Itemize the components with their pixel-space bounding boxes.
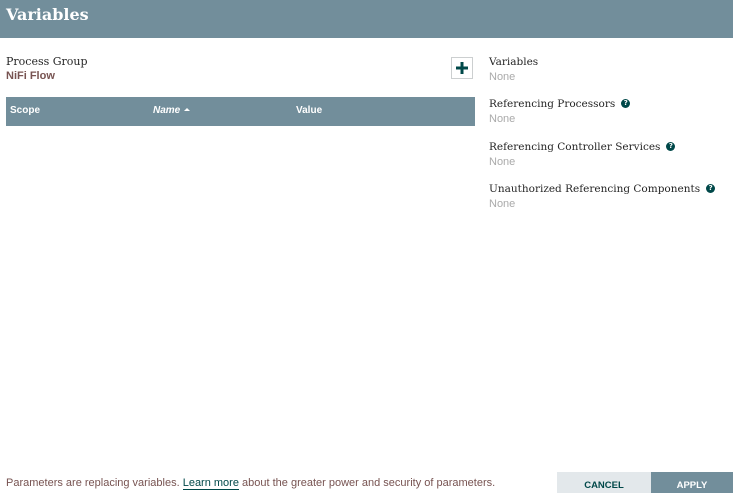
parameters-notice-text-before: Parameters are replacing variables. [6,477,183,489]
variables-detail-value: None [489,71,516,83]
sort-ascending-icon [184,107,191,111]
referencing-processors-label: Referencing Processors [489,98,616,110]
unauthorized-referencing-components-detail: Unauthorized Referencing Components? Non… [489,182,716,211]
variables-detail-label: Variables [489,56,539,68]
column-header-scope[interactable]: Scope [10,105,40,117]
column-header-value[interactable]: Value [296,105,322,117]
referencing-controller-services-detail: Referencing Controller Services? None [489,140,676,169]
help-icon[interactable]: ? [706,183,716,193]
help-icon[interactable]: ? [666,141,676,151]
column-header-value-label: Value [296,105,323,116]
referencing-controller-services-value: None [489,156,516,168]
variables-detail: Variables None [489,55,538,84]
referencing-controller-services-label-row: Referencing Controller Services? [489,140,676,154]
parameters-notice: Parameters are replacing variables. Lear… [6,476,495,490]
referencing-processors-label-row: Referencing Processors? [489,97,631,111]
referencing-processors-value: None [489,113,516,125]
dialog-header: Variables [0,0,733,38]
plus-icon [456,62,468,74]
unauthorized-referencing-components-value: None [489,198,516,210]
column-header-name-label: Name [153,105,181,116]
apply-button[interactable]: APPLY [651,472,733,493]
referencing-processors-detail: Referencing Processors? None [489,97,631,126]
column-header-scope-label: Scope [10,105,41,116]
process-group-name: NiFi Flow [6,70,55,82]
process-group-label: Process Group [6,55,88,68]
unauthorized-referencing-components-label: Unauthorized Referencing Components [489,183,701,195]
cancel-button[interactable]: CANCEL [557,472,651,493]
parameters-notice-text-after: about the greater power and security of … [238,477,496,489]
dialog-title: Variables [6,5,89,24]
column-header-name[interactable]: Name [153,105,191,117]
learn-more-link[interactable]: Learn more [182,477,239,490]
help-icon[interactable]: ? [621,98,631,108]
add-variable-button[interactable] [451,57,473,79]
variables-table-header: Scope Name Value [6,97,475,126]
unauthorized-referencing-components-label-row: Unauthorized Referencing Components? [489,182,716,196]
referencing-controller-services-label: Referencing Controller Services [489,141,661,153]
